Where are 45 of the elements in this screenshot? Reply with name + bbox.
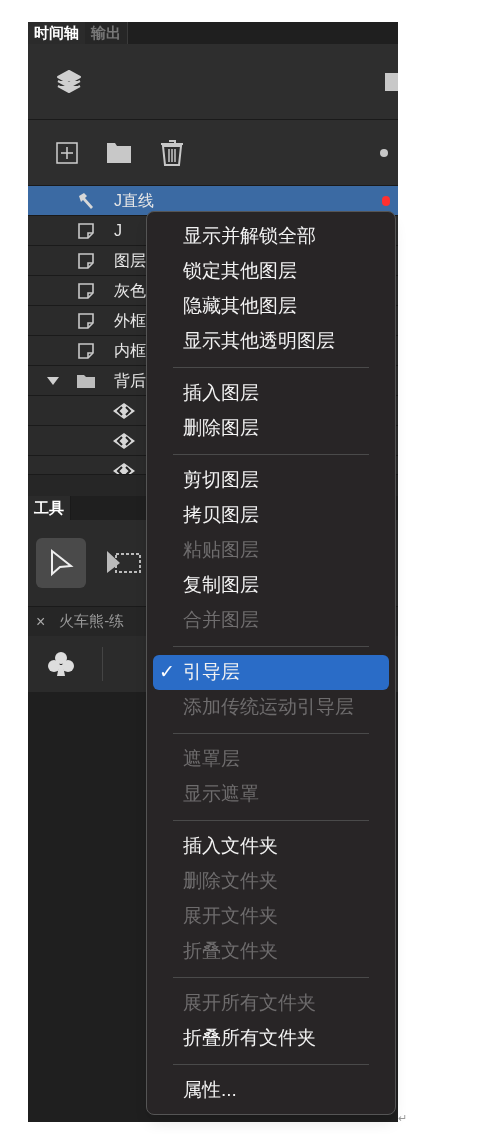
symbol-icon <box>112 401 136 420</box>
menu-item[interactable]: 剪切图层 <box>153 463 389 498</box>
menu-item[interactable]: 属性... <box>153 1073 389 1108</box>
page-icon <box>77 251 95 270</box>
layer-row[interactable]: J直线 <box>28 186 398 216</box>
hammer-icon <box>77 191 95 210</box>
layer-name: 背后 <box>114 370 146 391</box>
menu-item[interactable]: 复制图层 <box>153 568 389 603</box>
club-icon[interactable] <box>46 649 76 679</box>
page-icon <box>77 341 95 360</box>
menu-item[interactable]: 折叠所有文件夹 <box>153 1021 389 1056</box>
page-icon <box>77 311 95 330</box>
layers-icon[interactable] <box>56 68 82 95</box>
menu-item[interactable]: 插入图层 <box>153 376 389 411</box>
menu-item[interactable]: 插入文件夹 <box>153 829 389 864</box>
check-icon: ✓ <box>159 658 175 687</box>
layer-name: J直线 <box>114 190 154 211</box>
symbol-icon <box>112 431 136 450</box>
arrow-pointer-icon <box>48 548 74 578</box>
trash-icon[interactable] <box>160 139 184 166</box>
folder-icon <box>76 372 96 389</box>
panel-tab[interactable]: 时间轴 <box>28 22 85 44</box>
add-layer-icon[interactable] <box>56 141 78 164</box>
menu-item[interactable]: 拷贝图层 <box>153 498 389 533</box>
folder-icon[interactable] <box>106 141 132 164</box>
layer-name: 灰色 <box>114 280 146 301</box>
document-tab-title[interactable]: 火车熊-练 <box>59 610 125 633</box>
close-tab-button[interactable]: × <box>36 609 46 634</box>
layer-name: 图层 <box>114 250 146 271</box>
menu-item[interactable]: 显示其他透明图层 <box>153 324 389 359</box>
page-icon <box>77 281 95 300</box>
menu-item[interactable]: 隐藏其他图层 <box>153 289 389 324</box>
menu-item[interactable]: 显示并解锁全部 <box>153 219 389 254</box>
menu-item[interactable]: 删除图层 <box>153 411 389 446</box>
selection-tool-button[interactable] <box>36 538 86 588</box>
layer-name: 外框 <box>114 310 146 331</box>
return-mark: ↵ <box>398 1111 407 1126</box>
expand-caret-icon[interactable] <box>46 375 60 386</box>
layer-name: J <box>114 220 122 241</box>
layer-name: 内框 <box>114 340 146 361</box>
page-icon <box>77 221 95 240</box>
square-icon <box>385 72 398 91</box>
menu-item[interactable]: 锁定其他图层 <box>153 254 389 289</box>
menu-item[interactable]: ✓ 引导层 <box>153 655 389 690</box>
tools-tab[interactable]: 工具 <box>28 496 71 520</box>
